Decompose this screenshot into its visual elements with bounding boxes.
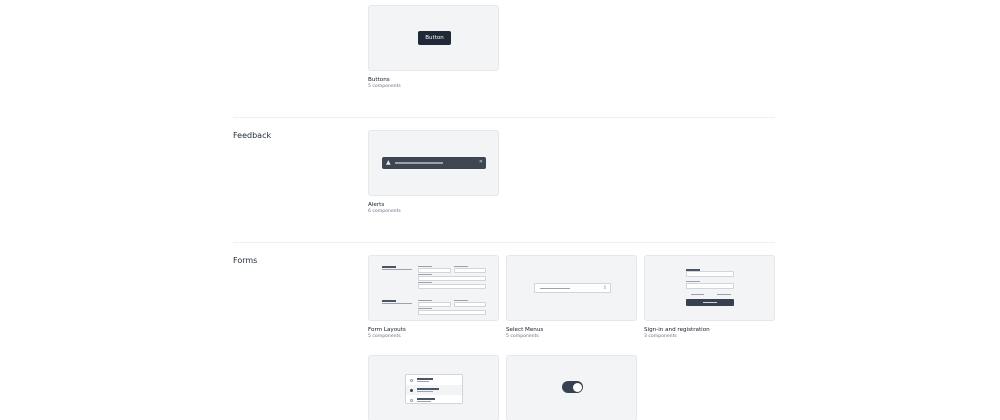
preview-line	[418, 266, 432, 267]
preview-line	[417, 401, 431, 402]
card-title: Buttons	[368, 77, 390, 83]
card-select-menus[interactable]: ⇕ Select Menus 5 components	[506, 255, 637, 340]
preview-line	[417, 398, 435, 400]
close-icon: ✕	[478, 159, 483, 165]
preview-field	[454, 302, 486, 307]
preview-field	[418, 268, 451, 273]
preview-line	[418, 308, 432, 309]
preview-radio-row	[406, 385, 462, 395]
preview-radio-row	[406, 375, 462, 385]
preview-line	[417, 391, 433, 392]
preview-select: ⇕	[534, 283, 611, 293]
radio-groups-preview	[368, 355, 499, 420]
preview-line	[691, 294, 704, 295]
preview-line	[418, 274, 432, 275]
preview-line	[382, 269, 412, 270]
card-count: 5 components	[368, 334, 401, 339]
section-divider	[233, 117, 775, 118]
toggle-knob	[572, 382, 582, 392]
preview-line	[417, 378, 433, 380]
preview-field	[686, 283, 734, 289]
radio-dot	[410, 388, 413, 392]
card-count: 3 components	[644, 334, 677, 339]
preview-radio-panel	[405, 374, 463, 404]
signin-preview	[644, 255, 775, 321]
card-buttons[interactable]: Button Buttons 5 components	[368, 5, 499, 90]
alerts-preview: ▲ ✕	[368, 130, 499, 196]
select-line	[540, 288, 570, 289]
section-title-forms: Forms	[233, 256, 258, 265]
warning-icon: ▲	[386, 159, 391, 166]
card-toggles[interactable]	[506, 355, 637, 420]
select-menus-preview: ⇕	[506, 255, 637, 321]
buttons-preview: Button	[368, 5, 499, 71]
preview-line	[382, 300, 396, 302]
preview-field	[418, 276, 486, 281]
card-title: Sign-in and registration	[644, 327, 710, 333]
preview-line	[382, 303, 412, 304]
preview-line	[454, 266, 468, 267]
preview-field	[418, 284, 486, 289]
radio-dot	[410, 378, 413, 382]
preview-line	[454, 300, 468, 301]
card-title: Select Menus	[506, 327, 544, 333]
card-count: 5 components	[368, 84, 401, 89]
preview-field	[418, 302, 451, 307]
preview-field	[686, 271, 734, 277]
preview-alert: ▲ ✕	[382, 157, 486, 169]
button-line	[703, 302, 717, 303]
card-count: 5 components	[506, 334, 539, 339]
card-alerts[interactable]: ▲ ✕ Alerts 6 components	[368, 130, 499, 215]
card-count: 6 components	[368, 209, 401, 214]
radio-dot	[410, 398, 413, 402]
preview-line	[417, 388, 439, 390]
preview-line	[686, 281, 700, 282]
card-form-layouts[interactable]: Form Layouts 5 components	[368, 255, 499, 340]
form-layouts-preview	[368, 255, 499, 321]
card-radio-groups[interactable]	[368, 355, 499, 420]
preview-radio-row	[406, 395, 462, 403]
toggles-preview	[506, 355, 637, 420]
card-signin[interactable]: Sign-in and registration 3 components	[644, 255, 775, 340]
preview-button: Button	[418, 31, 451, 45]
section-divider	[233, 242, 775, 243]
alert-line	[395, 162, 443, 164]
card-title: Form Layouts	[368, 327, 406, 333]
preview-line	[717, 294, 731, 295]
preview-line	[382, 266, 396, 268]
preview-line	[417, 381, 429, 382]
preview-line	[418, 300, 432, 301]
section-title-feedback: Feedback	[233, 131, 272, 140]
preview-field	[418, 310, 486, 315]
preview-toggle	[562, 381, 583, 393]
preview-field	[454, 268, 486, 273]
preview-signin-button	[686, 299, 734, 306]
chevron-updown-icon: ⇕	[602, 285, 607, 291]
card-title: Alerts	[368, 202, 385, 208]
preview-line	[418, 282, 432, 283]
